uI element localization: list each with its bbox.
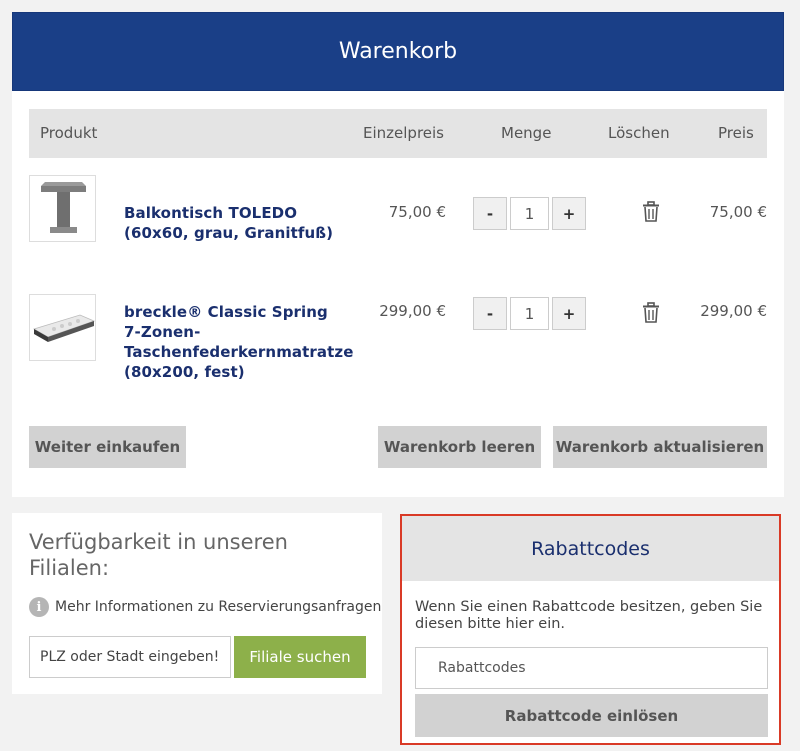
cart-panel: Warenkorb Produkt Einzelpreis Menge Lösc… bbox=[12, 12, 784, 497]
column-unit-price: Einzelpreis bbox=[363, 124, 444, 142]
decrease-quantity-button[interactable]: - bbox=[473, 197, 507, 230]
find-store-button[interactable]: Filiale suchen bbox=[234, 636, 366, 678]
coupon-header: Rabattcodes bbox=[402, 516, 779, 581]
reservation-info-link[interactable]: i Mehr Informationen zu Reservierungsanf… bbox=[29, 597, 381, 617]
table-product-image[interactable] bbox=[29, 175, 96, 242]
table-row: breckle® Classic Spring 7-Zonen-Taschenf… bbox=[29, 294, 767, 394]
line-total: 299,00 € bbox=[700, 302, 767, 320]
quantity-input[interactable] bbox=[510, 197, 549, 230]
coupon-title: Rabattcodes bbox=[531, 537, 650, 560]
store-availability-panel: Verfügbarkeit in unseren Filialen: i Meh… bbox=[12, 513, 382, 694]
cart-header: Warenkorb bbox=[12, 12, 784, 91]
trash-icon[interactable] bbox=[641, 302, 661, 324]
column-price: Preis bbox=[718, 124, 754, 142]
info-icon: i bbox=[29, 597, 49, 617]
clear-cart-button[interactable]: Warenkorb leeren bbox=[378, 426, 541, 468]
product-name-link[interactable]: Balkontisch TOLEDO (60x60, grau, Granitf… bbox=[124, 203, 349, 243]
column-product: Produkt bbox=[40, 124, 98, 142]
store-availability-title: Verfügbarkeit in unseren Filialen: bbox=[29, 530, 288, 580]
increase-quantity-button[interactable]: + bbox=[552, 197, 586, 230]
mattress-product-image[interactable] bbox=[29, 294, 96, 361]
cart-table-header: Produkt Einzelpreis Menge Löschen Preis bbox=[29, 109, 767, 158]
line-total: 75,00 € bbox=[709, 203, 767, 221]
redeem-coupon-button[interactable]: Rabattcode einlösen bbox=[415, 694, 768, 737]
table-row: Balkontisch TOLEDO (60x60, grau, Granitf… bbox=[29, 175, 767, 255]
unit-price: 75,00 € bbox=[388, 203, 446, 221]
quantity-input[interactable] bbox=[510, 297, 549, 330]
decrease-quantity-button[interactable]: - bbox=[473, 297, 507, 330]
reservation-info-text: Mehr Informationen zu Reservierungsanfra… bbox=[55, 599, 382, 615]
trash-icon[interactable] bbox=[641, 201, 661, 223]
coupon-code-input[interactable] bbox=[415, 647, 768, 689]
coupon-description: Wenn Sie einen Rabattcode besitzen, gebe… bbox=[415, 599, 763, 632]
zip-city-input[interactable] bbox=[29, 636, 231, 678]
update-cart-button[interactable]: Warenkorb aktualisieren bbox=[553, 426, 767, 468]
column-quantity: Menge bbox=[501, 124, 552, 142]
coupon-panel: Rabattcodes Wenn Sie einen Rabattcode be… bbox=[400, 514, 781, 745]
product-name-link[interactable]: breckle® Classic Spring 7-Zonen-Taschenf… bbox=[124, 302, 353, 382]
cart-title: Warenkorb bbox=[338, 39, 458, 64]
continue-shopping-button[interactable]: Weiter einkaufen bbox=[29, 426, 186, 468]
column-delete: Löschen bbox=[608, 124, 670, 142]
unit-price: 299,00 € bbox=[379, 302, 446, 320]
increase-quantity-button[interactable]: + bbox=[552, 297, 586, 330]
